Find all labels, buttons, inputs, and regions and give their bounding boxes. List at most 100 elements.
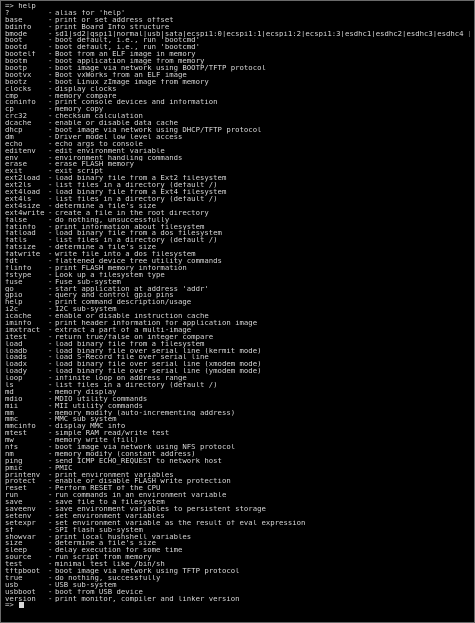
help-entry-separator: -: [48, 78, 53, 86]
text-cursor: [19, 602, 25, 609]
help-entry-command: fatload: [5, 230, 36, 238]
help-entry-separator: -: [48, 175, 53, 183]
help-entry-separator: -: [48, 347, 53, 355]
help-entry-command: ext2load: [5, 175, 41, 183]
help-entry-description: boot image via network using TFTP protoc…: [55, 568, 240, 575]
help-entry-separator: -: [48, 313, 53, 320]
help-entry-separator: -: [48, 65, 53, 72]
help-entry-description: save environment variables to persistent…: [55, 506, 266, 513]
help-entry-command: save: [5, 499, 23, 507]
terminal-output: => help ? - alias for 'help' base - print or …: [5, 3, 470, 609]
help-entry-row: crc32 - checksum calculation: [5, 113, 470, 120]
help-entry-description: boot from USB device: [55, 588, 143, 596]
help-entry-separator: -: [48, 271, 53, 279]
help-entry-description: boot default, i.e., run 'bootcmd': [55, 44, 200, 52]
help-entry-command: icache: [5, 313, 32, 320]
help-entry-description: send ICMP ECHO_REQUEST to network host: [55, 457, 222, 465]
entered-command: help: [18, 3, 36, 10]
help-entry-description: boot image via network using DHCP/TFTP p…: [55, 127, 262, 134]
help-entry-row: bootelf - Boot from an ELF image in memory: [5, 51, 470, 58]
help-entry-separator: -: [48, 450, 53, 458]
help-entry-command: loop: [5, 375, 23, 382]
help-entry-description: USB sub-system: [55, 581, 117, 589]
help-entry-command: fuse: [5, 278, 23, 286]
help-entry-description: Fuse sub-system: [55, 278, 121, 286]
help-entry-command: ext2ls: [5, 182, 32, 190]
help-entry-description: display clocks: [55, 85, 117, 93]
help-entry-description: print information about filesystem: [55, 223, 205, 231]
help-entry-separator: -: [48, 237, 53, 245]
help-entry-description: Look up a filesystem type: [55, 271, 165, 279]
help-entry-row: setexpr - set environment variable as the …: [5, 520, 470, 527]
help-entry-description: extract a part of a multi-image: [55, 326, 192, 334]
help-entry-command: flinfo: [5, 264, 32, 272]
help-entry-description: run script from memory: [55, 554, 152, 562]
help-entry-row: cmp - memory compare: [5, 93, 470, 100]
help-entry-separator: -: [48, 554, 53, 562]
help-entry-separator: -: [48, 230, 53, 238]
help-entry-description: do nothing, successfully: [55, 574, 161, 582]
help-entry-description: set environment variables: [55, 512, 165, 520]
terminal-window[interactable]: => help ? - alias for 'help' base - print or …: [0, 0, 475, 623]
help-entry-command: sleep: [5, 547, 27, 555]
help-entry-command: setenv: [5, 512, 32, 520]
help-entry-description: boot image via network using BOOTP/TFTP …: [55, 65, 266, 72]
help-entry-command: md: [5, 388, 14, 396]
help-entry-row: icache - enable or disable instruction cac…: [5, 313, 470, 320]
help-entry-description: create a file in the root directory: [55, 209, 209, 217]
help-entry-description: enable or disable FLASH write protection: [55, 478, 231, 486]
help-entry-separator: -: [48, 133, 53, 141]
help-entry-description: print FLASH memory information: [55, 264, 187, 272]
help-entry-separator: -: [48, 195, 53, 203]
help-entry-description: SPI flash sub-system: [55, 526, 143, 534]
help-entry-row: gpio - query and control gpio pins: [5, 292, 470, 299]
help-entry-description: memory modify (auto-incrementing address…: [55, 409, 236, 417]
help-entry-separator: -: [48, 9, 53, 17]
help-entry-description: save file to a filesystem: [55, 499, 165, 507]
help-entry-row: ls - list files in a directory (default /): [5, 382, 470, 389]
help-entry-command: ext4load: [5, 189, 41, 196]
help-entry-command: printenv: [5, 471, 41, 479]
help-entry-separator: -: [48, 361, 53, 369]
help-entry-separator: -: [48, 512, 53, 520]
help-entry-separator: -: [48, 154, 53, 162]
help-entry-separator: -: [48, 202, 53, 210]
help-entry-row: mmcinfo - display MMC info: [5, 423, 470, 430]
help-entry-description: MMC sub system: [55, 416, 117, 424]
help-entry-description: print Board Info structure: [55, 23, 170, 31]
help-entry-separator: -: [48, 113, 53, 121]
help-entry-row: bmode - sd1|sd2|qspi1|normal|usb|sata|ecsp…: [5, 31, 470, 38]
help-entry-separator: -: [48, 478, 53, 486]
help-entry-description: display MMC info: [55, 423, 126, 431]
help-entry-row: mtest - simple RAM read/write test: [5, 430, 470, 437]
help-entry-row: boot - boot default, i.e., run 'bootcmd': [5, 37, 470, 44]
help-entry-description: load binary file from a filesystem: [55, 340, 205, 348]
help-entry-command: ping: [5, 457, 23, 465]
help-entry-description: list files in a directory (default /): [55, 182, 218, 190]
help-entry-command: dm: [5, 133, 14, 141]
help-entry-separator: -: [48, 251, 53, 258]
prompt-symbol: =>: [5, 3, 14, 10]
help-entry-row: dcache - enable or disable data cache: [5, 120, 470, 127]
help-entry-command: bootvx: [5, 71, 32, 79]
help-entry-command: crc32: [5, 113, 27, 121]
help-entry-command: saveenv: [5, 506, 36, 513]
help-entry-command: size: [5, 540, 23, 548]
help-entry-command: imxtract: [5, 326, 41, 334]
help-entry-row: mii - MII utility commands: [5, 403, 470, 410]
help-entry-separator: -: [48, 471, 53, 479]
help-entry-separator: -: [48, 326, 53, 334]
current-prompt-line[interactable]: =>: [5, 602, 470, 609]
help-entry-description: determine a file's size: [55, 202, 157, 210]
help-entry-command: bootd: [5, 44, 27, 52]
help-entry-description: set environment variable as the result o…: [55, 519, 306, 527]
help-entry-row: usbboot - boot from USB device: [5, 589, 470, 596]
help-entry-command: ext4ls: [5, 195, 32, 203]
help-entry-description: memory modify (constant address): [55, 450, 196, 458]
help-entry-separator: -: [48, 547, 53, 555]
help-entry-command: mmc: [5, 416, 19, 424]
help-entry-description: boot Linux zImage image from memory: [55, 78, 209, 86]
help-entry-row: bootz - boot Linux zImage image from memor…: [5, 79, 470, 86]
help-entry-command: usbboot: [5, 588, 36, 596]
help-entry-command: help: [5, 299, 23, 307]
